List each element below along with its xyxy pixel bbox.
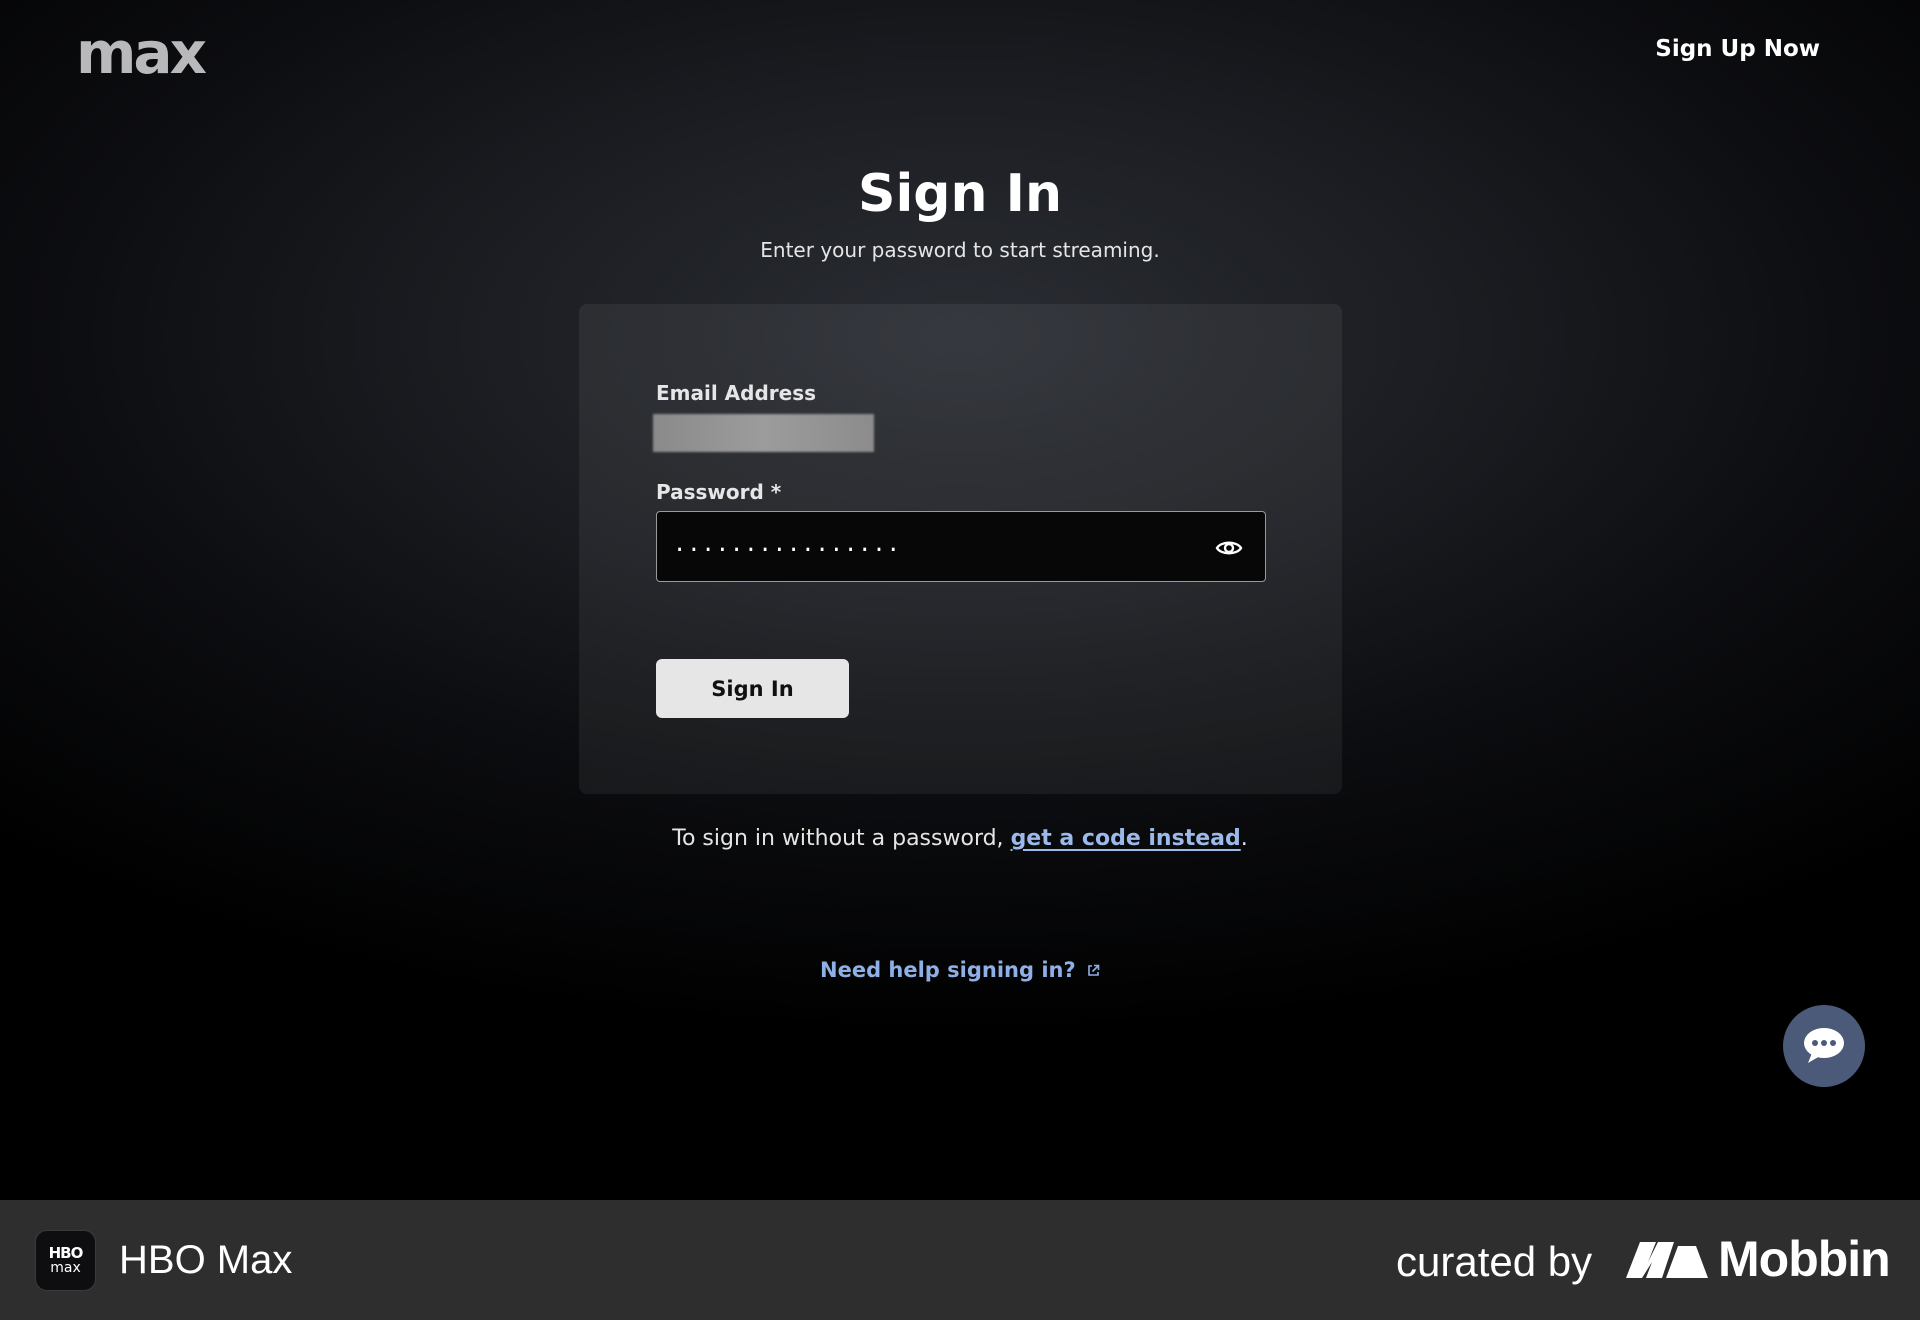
email-label: Email Address: [656, 381, 817, 405]
help-signin-link[interactable]: Need help signing in?: [0, 958, 1920, 982]
page-title: Sign In: [858, 164, 1062, 224]
chat-bubble-icon: [1804, 1028, 1844, 1063]
mobbin-brand-name: Mobbin: [1718, 1231, 1891, 1287]
get-code-link[interactable]: get a code instead: [1011, 826, 1241, 851]
app-icon-hbo-text: HBO: [48, 1244, 84, 1262]
mobbin-logo-icon: [1626, 1242, 1708, 1278]
email-value-redacted: [653, 414, 874, 452]
page-subtitle: Enter your password to start streaming.: [760, 238, 1160, 262]
page-background: max Sign Up Now Sign In Enter your passw…: [0, 0, 1920, 1200]
code-suffix-text: .: [1240, 826, 1248, 851]
code-prefix-text: To sign in without a password,: [672, 826, 1011, 851]
signin-card: Email Address Password * ...............…: [579, 304, 1342, 794]
external-link-icon: [1087, 964, 1100, 981]
max-logo[interactable]: max: [76, 24, 207, 82]
hbo-max-app-icon: HBO max: [35, 1230, 96, 1291]
footer-bar: HBO max HBO Max curated by Mobbin: [0, 1200, 1920, 1320]
eye-icon[interactable]: [1215, 534, 1243, 562]
password-masked-value: ................: [673, 532, 901, 557]
code-instead-line: To sign in without a password, get a cod…: [0, 826, 1920, 851]
help-signin-label: Need help signing in?: [820, 958, 1076, 982]
curated-by-label: curated by: [1396, 1238, 1593, 1285]
sign-in-button[interactable]: Sign In: [656, 659, 849, 718]
app-icon-max-text: max: [50, 1260, 81, 1276]
chat-button[interactable]: [1783, 1005, 1865, 1087]
password-input[interactable]: ................: [656, 511, 1266, 582]
password-label: Password *: [656, 480, 782, 504]
sign-up-now-link[interactable]: Sign Up Now: [1655, 36, 1820, 62]
app-name: HBO Max: [119, 1238, 293, 1282]
